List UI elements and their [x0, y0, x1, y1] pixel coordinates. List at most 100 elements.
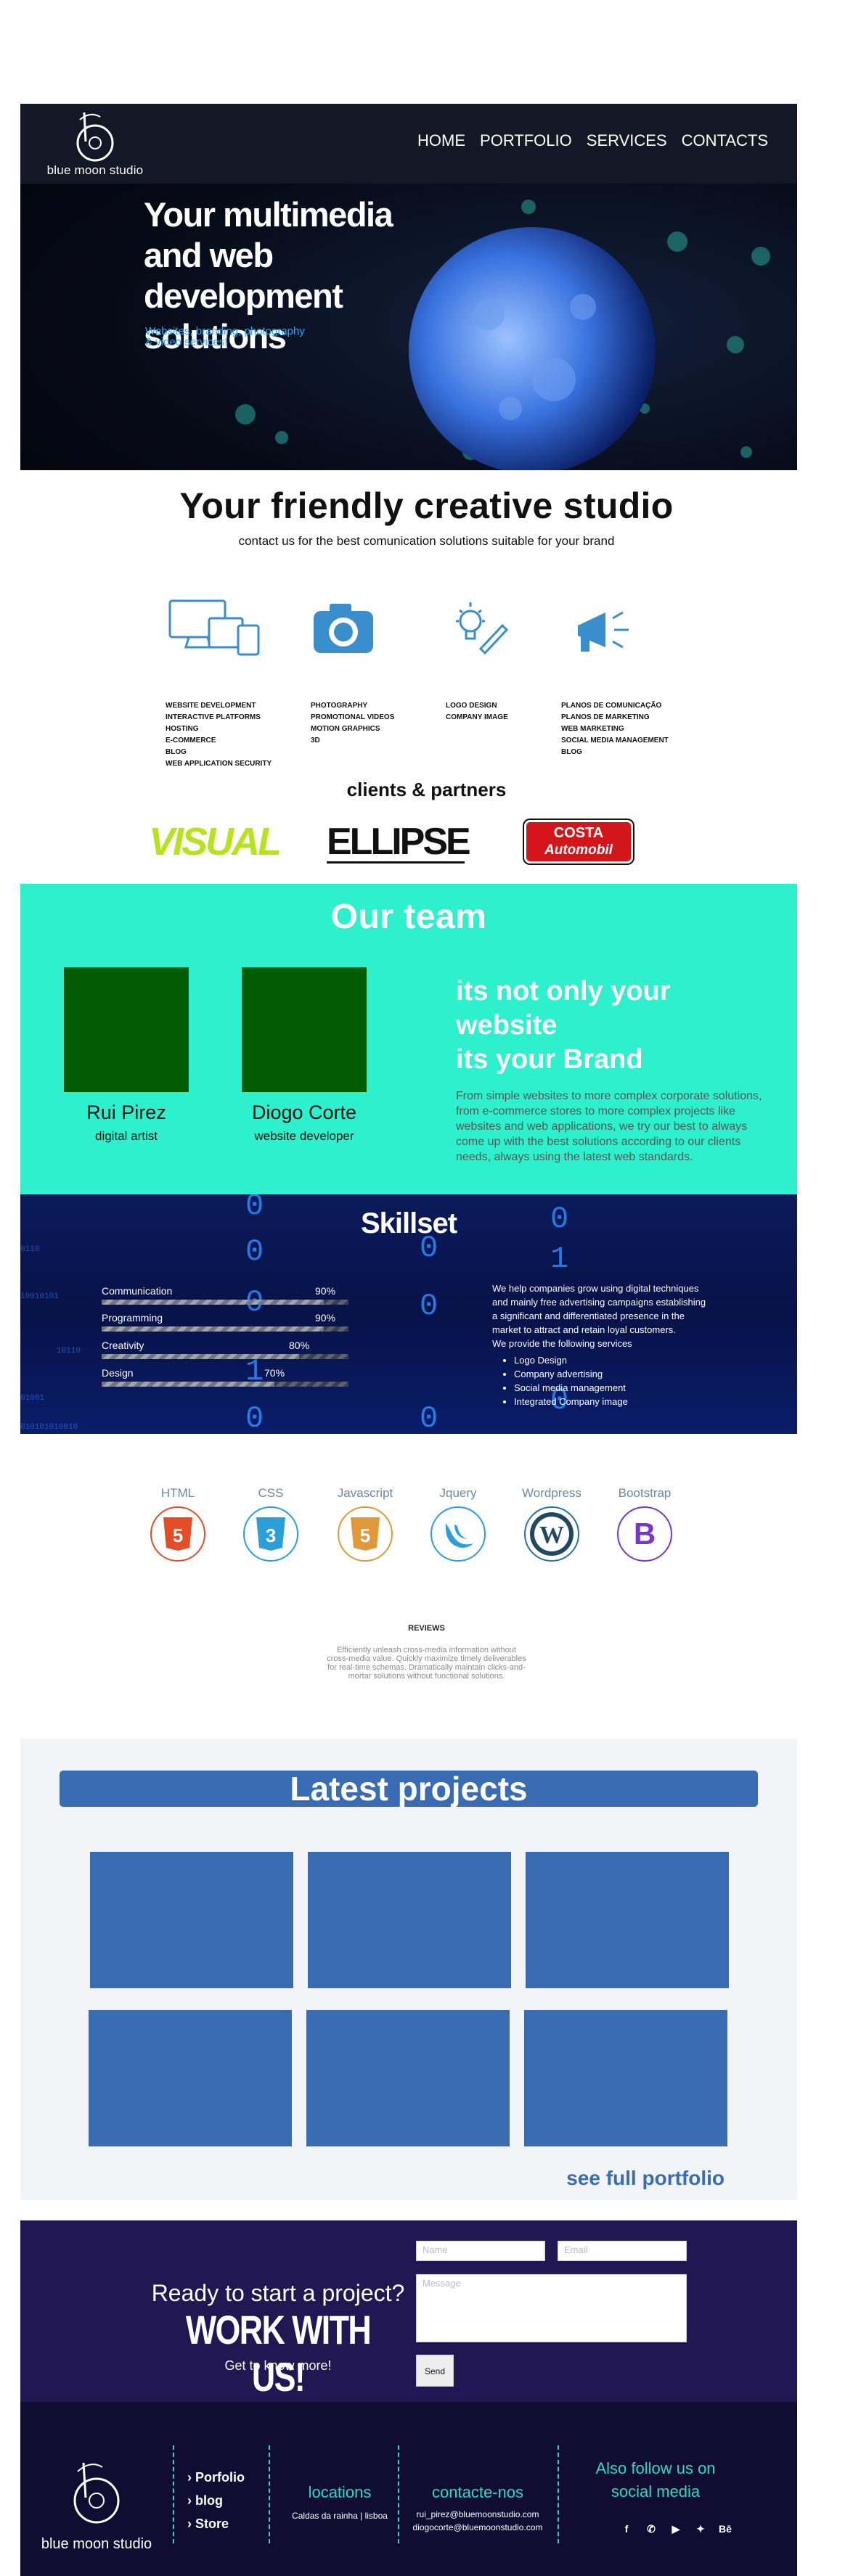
footer-link-portfolio[interactable]: › Porfolio	[187, 2466, 245, 2489]
email-link[interactable]: rui_pirez@bluemoonstudio.com	[405, 2508, 550, 2521]
social-icons: f ✆ ▶ ✦ Bē	[619, 2521, 733, 2537]
html5-icon: 5	[150, 1506, 205, 1562]
youtube-icon[interactable]: ▶	[668, 2521, 684, 2537]
name-field[interactable]: Name	[416, 2241, 545, 2261]
skill-percent: 70%	[264, 1367, 285, 1379]
skills-provide: We provide the following services	[492, 1338, 632, 1349]
email-field[interactable]: Email	[558, 2241, 687, 2261]
footer-brand-name: blue moon studio	[41, 2536, 152, 2552]
team-title: Our team	[330, 898, 487, 936]
tech-javascript: Javascript 5	[332, 1486, 398, 1562]
tech-label: Jquery	[439, 1486, 477, 1500]
tech-jquery: Jquery	[425, 1486, 491, 1562]
bg-digit: 0	[420, 1401, 438, 1434]
list-item: LOGO DESIGN	[446, 702, 497, 710]
skill-bar-fill	[102, 1326, 324, 1332]
bootstrap-icon: B	[617, 1506, 672, 1562]
tech-label: CSS	[258, 1486, 284, 1500]
tech-label: Wordpress	[522, 1486, 581, 1500]
partner-logo-ellipse: ELLIPSE	[327, 821, 471, 864]
javascript-icon: 5	[338, 1506, 393, 1562]
tech-wordpress: Wordpress W	[519, 1486, 584, 1562]
list-item: HOSTING	[166, 725, 199, 733]
chevron-right-icon: ›	[187, 2470, 195, 2485]
partner-logo-costa-name: COSTA	[553, 825, 604, 841]
contact-emails: rui_pirez@bluemoonstudio.com diogocorte@…	[405, 2508, 550, 2534]
skill-row: Communication 90%	[102, 1285, 348, 1307]
footer-links: › Porfolio › blog › Store	[187, 2466, 245, 2535]
facebook-icon[interactable]: f	[619, 2521, 634, 2537]
tech-css: CSS 3	[238, 1486, 303, 1562]
project-thumbnail[interactable]	[306, 2010, 510, 2146]
megaphone-icon	[578, 611, 629, 652]
service-list-web: WEBSITE DEVELOPMENT INTERACTIVE PLATFORM…	[166, 700, 272, 770]
tech-glyph: W	[539, 1522, 564, 1549]
message-field[interactable]: Message	[416, 2274, 687, 2342]
brand-headline-line: its not only your	[456, 976, 671, 1006]
partners-title: clients & partners	[346, 779, 507, 800]
footer: blue moon studio › Porfolio › blog › Sto…	[20, 2402, 797, 2576]
team-member-name: Diogo Corte	[251, 1102, 357, 1123]
skillset-title: Skillset	[360, 1207, 457, 1239]
project-thumbnail[interactable]	[524, 2010, 727, 2146]
skill-label: Communication	[102, 1285, 173, 1297]
list-item: MOTION GRAPHICS	[311, 725, 380, 733]
behance-icon[interactable]: Bē	[717, 2521, 733, 2537]
bg-digit: 0	[245, 1401, 264, 1434]
css3-icon: 3	[243, 1506, 298, 1562]
hero-subtitle: Websites, branding, photography & video …	[145, 325, 305, 348]
bg-digit: 0	[420, 1289, 438, 1324]
bg-code: 01001	[20, 1394, 45, 1403]
twitter-icon[interactable]: ✦	[693, 2521, 709, 2537]
partner-logo-costa-sub: Automobil	[544, 842, 613, 858]
tech-glyph: 5	[360, 1525, 370, 1546]
list-item: PROMOTIONAL VIDEOS	[311, 713, 395, 721]
footer-link-store[interactable]: › Store	[187, 2512, 245, 2535]
hero-section: blue moon studio HOME PORTFOLIO SERVICES…	[20, 104, 797, 470]
bg-code: 010101010010	[20, 1423, 78, 1432]
locations-title: locations	[308, 2483, 372, 2501]
list-item: BLOG	[166, 748, 187, 756]
service-list-marketing: PLANOS DE COMUNICAÇÃO PLANOS DE MARKETIN…	[561, 700, 669, 758]
list-item: WEBSITE DEVELOPMENT	[166, 702, 256, 710]
whatsapp-icon[interactable]: ✆	[643, 2521, 659, 2537]
skill-bar	[102, 1382, 348, 1387]
tech-label: Javascript	[337, 1486, 393, 1500]
skill-bar-fill	[102, 1354, 299, 1359]
email-link[interactable]: diogocorte@bluemoonstudio.com	[405, 2521, 550, 2534]
list-item: WEB APPLICATION SECURITY	[166, 760, 272, 768]
skill-label: Creativity	[102, 1340, 144, 1351]
intro-title: Your friendly creative studio	[179, 485, 674, 526]
list-item: BLOG	[561, 748, 582, 756]
contact-cta-section: Ready to start a project? WORK WITH US! …	[20, 2220, 797, 2402]
footer-logo[interactable]: blue moon studio	[31, 2453, 162, 2554]
project-thumbnail[interactable]	[89, 2010, 292, 2146]
project-thumbnail[interactable]	[308, 1852, 511, 1988]
bg-code: 10110	[57, 1347, 81, 1355]
wordpress-icon: W	[524, 1506, 579, 1562]
tech-glyph: 5	[173, 1525, 183, 1546]
lightbulb-pencil-icon	[456, 602, 508, 655]
footer-link-blog[interactable]: › blog	[187, 2489, 245, 2512]
skill-percent: 80%	[289, 1340, 310, 1351]
bg-code: 10010101	[20, 1292, 59, 1301]
list-item: Logo Design	[514, 1353, 710, 1367]
review-text: Efficiently unleash cross-media informat…	[327, 1646, 526, 1681]
project-thumbnail[interactable]	[526, 1852, 729, 1988]
send-button[interactable]: Send	[416, 2355, 454, 2387]
footer-link-label: Porfolio	[195, 2470, 245, 2485]
project-thumbnail[interactable]	[90, 1852, 293, 1988]
list-item: PHOTOGRAPHY	[311, 702, 368, 710]
cta-headline: WORK WITH US!	[185, 2307, 372, 2400]
partner-logo-visual: VISUAL	[149, 820, 282, 864]
skill-row: Design 70%	[102, 1367, 348, 1389]
reviews-title: REVIEWS	[408, 1624, 445, 1633]
skill-bar	[102, 1300, 348, 1305]
devices-icon	[168, 599, 260, 656]
skill-label: Design	[102, 1367, 134, 1379]
partner-logo-costa: COSTA Automobil	[524, 820, 633, 864]
brand-headline: its not only your website its your Brand	[456, 975, 775, 1077]
list-item: 3D	[311, 737, 320, 745]
follow-line: social media	[611, 2482, 701, 2501]
see-full-portfolio-link[interactable]: see full portfolio	[566, 2167, 725, 2190]
